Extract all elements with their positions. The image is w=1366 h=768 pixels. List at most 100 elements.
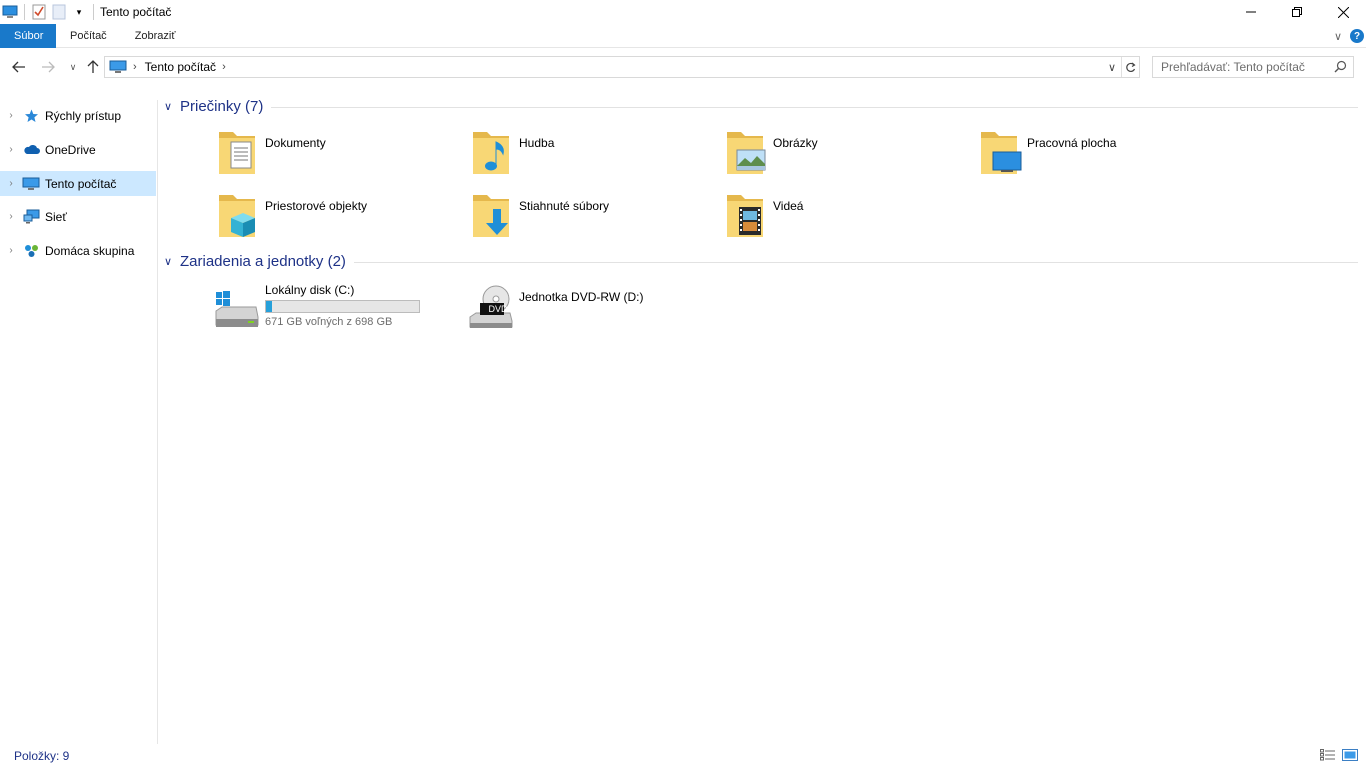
breadcrumb-chevron-icon[interactable]: › (133, 61, 137, 73)
title-bar: ▾ Tento počítač (0, 0, 1366, 24)
folder-tile-downloads[interactable]: Stiahnuté súbory (473, 191, 723, 247)
pictures-folder-icon (727, 132, 766, 174)
chevron-down-icon[interactable]: ∨ (164, 255, 180, 268)
expand-ribbon-icon[interactable]: ∨ (1334, 30, 1342, 43)
folder-label: Hudba (519, 136, 555, 150)
chevron-right-icon[interactable]: › (0, 144, 22, 155)
videos-folder-icon (727, 195, 763, 237)
refresh-button[interactable] (1121, 57, 1139, 77)
drive-free-space: 671 GB voľných z 698 GB (265, 316, 393, 328)
address-history-button[interactable]: ∨ (1103, 57, 1121, 77)
minimize-icon (1246, 11, 1256, 13)
window-title: Tento počítač (100, 5, 172, 19)
sidebar-item-quick-access[interactable]: › Rýchly prístup (0, 103, 156, 128)
sidebar-item-label: Tento počítač (45, 176, 117, 191)
status-bar: Položky: 9 (0, 744, 1366, 768)
chevron-down-icon[interactable]: ∨ (164, 100, 180, 113)
downloads-folder-icon (473, 195, 509, 237)
new-folder-icon[interactable] (49, 2, 69, 22)
navigation-bar: ∨ › Tento počítač › ∨ Prehľadávať: Tento… (0, 50, 1366, 84)
help-icon[interactable]: ? (1350, 29, 1364, 43)
separator (93, 4, 94, 20)
dvd-badge: DVD (488, 304, 508, 314)
hard-drive-icon (215, 291, 259, 327)
close-button[interactable] (1320, 0, 1366, 24)
restore-button[interactable] (1274, 0, 1320, 24)
group-divider (353, 261, 1358, 263)
customize-quick-access-icon[interactable]: ▾ (69, 2, 89, 22)
chevron-right-icon[interactable]: › (0, 178, 22, 189)
forward-button[interactable] (37, 56, 59, 78)
folder-tile-videos[interactable]: Videá (727, 191, 977, 247)
breadcrumb-chevron-icon[interactable]: › (222, 61, 226, 73)
minimize-button[interactable] (1228, 0, 1274, 24)
window-controls (1228, 0, 1366, 24)
folder-tile-pictures[interactable]: Obrázky (727, 128, 977, 184)
group-header-devices[interactable]: ∨ Zariadenia a jednotky (2) (164, 251, 1358, 271)
folder-tile-documents[interactable]: Dokumenty (219, 128, 469, 184)
navigation-pane: › Rýchly prístup › OneDrive › Tento počí… (0, 100, 158, 744)
network-icon (22, 209, 40, 225)
drive-tile-d[interactable]: DVD Jednotka DVD-RW (D:) (469, 281, 723, 337)
folder-label: Videá (773, 199, 804, 213)
forward-arrow-icon (42, 61, 55, 73)
chevron-right-icon[interactable]: › (0, 110, 22, 121)
chevron-right-icon[interactable]: › (0, 245, 22, 256)
group-title: Zariadenia a jednotky (2) (180, 252, 346, 270)
ribbon-tabs: Súbor Počítač Zobraziť ∨ ? (0, 23, 1366, 48)
address-bar[interactable]: › Tento počítač › ∨ (104, 56, 1140, 78)
music-folder-icon (473, 132, 509, 174)
up-button[interactable] (82, 56, 104, 78)
folder-tile-desktop[interactable]: Pracovná plocha (981, 128, 1231, 184)
cloud-icon (22, 142, 40, 158)
drive-tile-c[interactable]: Lokálny disk (C:) 671 GB voľných z 698 G… (215, 281, 469, 337)
sidebar-item-label: Domáca skupina (45, 243, 135, 258)
properties-icon[interactable] (29, 2, 49, 22)
recent-locations-button[interactable]: ∨ (62, 56, 84, 78)
chevron-right-icon[interactable]: › (0, 211, 22, 222)
sidebar-item-homegroup[interactable]: › Domáca skupina (0, 238, 156, 263)
restore-icon (1292, 7, 1302, 17)
search-placeholder: Prehľadávať: Tento počítač (1161, 60, 1305, 74)
view-buttons (1320, 748, 1358, 762)
group-header-folders[interactable]: ∨ Priečinky (7) (164, 96, 1358, 116)
item-count: Položky: 9 (14, 749, 70, 763)
back-arrow-icon (12, 61, 25, 73)
group-title: Priečinky (7) (180, 97, 264, 115)
sidebar-item-network[interactable]: › Sieť (0, 204, 156, 229)
folder-label: Priestorové objekty (265, 199, 368, 213)
folder-tile-3d-objects[interactable]: Priestorové objekty (219, 191, 469, 247)
tab-view[interactable]: Zobraziť (121, 24, 190, 48)
drive-label: Lokálny disk (C:) (265, 283, 355, 297)
ribbon-right: ∨ ? (1334, 24, 1364, 48)
separator (24, 4, 25, 20)
folder-tile-music[interactable]: Hudba (473, 128, 723, 184)
details-view-icon[interactable] (1320, 748, 1336, 762)
refresh-icon (1126, 62, 1136, 72)
sidebar-item-onedrive[interactable]: › OneDrive (0, 137, 156, 162)
large-icons-view-icon[interactable] (1342, 748, 1358, 762)
sidebar-item-label: Rýchly prístup (45, 108, 122, 123)
computer-icon (22, 176, 40, 192)
chevron-down-icon: ∨ (1107, 61, 1117, 74)
computer-icon (109, 60, 127, 74)
search-icon[interactable] (1334, 60, 1347, 76)
breadcrumb-this-pc[interactable]: Tento počítač (145, 60, 216, 74)
folder-label: Dokumenty (265, 136, 326, 150)
drive-usage-fill (266, 301, 272, 312)
star-icon (22, 108, 40, 124)
3d-objects-folder-icon (219, 195, 255, 237)
computer-icon[interactable] (0, 2, 20, 22)
desktop-folder-icon (981, 132, 1022, 174)
back-button[interactable] (8, 56, 30, 78)
drive-usage-bar (265, 300, 420, 313)
sidebar-item-label: Sieť (45, 209, 67, 224)
documents-folder-icon (219, 132, 255, 174)
tab-file[interactable]: Súbor (0, 23, 56, 48)
chevron-down-icon: ∨ (69, 61, 77, 72)
tab-computer[interactable]: Počítač (56, 24, 121, 48)
group-divider (271, 106, 1358, 108)
search-input[interactable]: Prehľadávať: Tento počítač (1152, 56, 1354, 78)
up-arrow-icon (87, 60, 99, 73)
sidebar-item-this-pc[interactable]: › Tento počítač (0, 171, 156, 196)
